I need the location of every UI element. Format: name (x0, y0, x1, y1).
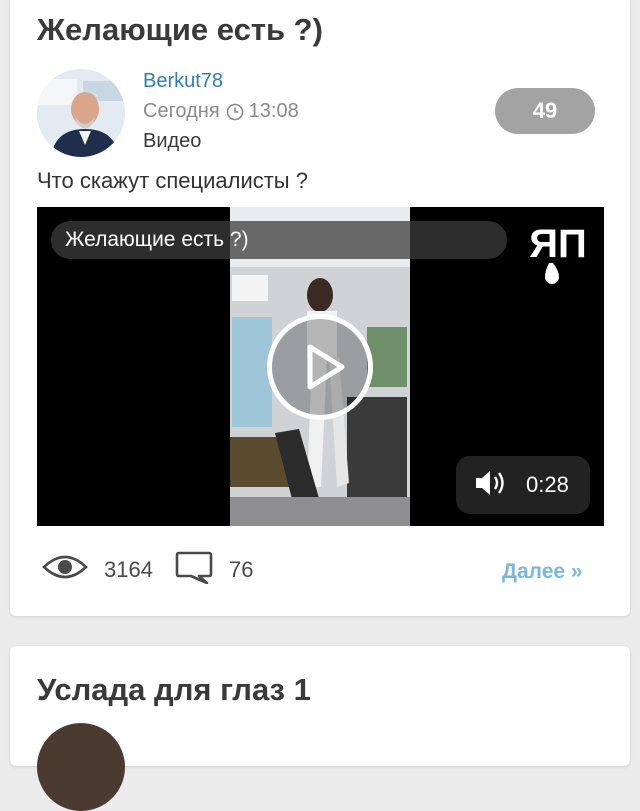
video-duration: 0:28 (526, 472, 569, 497)
eye-icon (42, 553, 88, 587)
post-card: Желающие есть ?) Berkut78 Сегодня 13:08 … (10, 0, 630, 616)
logo-text: ЯП (529, 222, 587, 266)
post-category[interactable]: Видео (143, 130, 201, 153)
video-player[interactable]: Желающие есть ?) ЯП 0:28 (37, 207, 604, 526)
post-title[interactable]: Услада для глаз 1 (37, 672, 311, 708)
date-label: Сегодня (143, 100, 220, 122)
post-text: Что скажут специалисты ? (37, 168, 308, 193)
author-avatar[interactable] (37, 723, 125, 811)
post-card: Услада для глаз 1 (10, 646, 630, 811)
post-title[interactable]: Желающие есть ?) (37, 12, 323, 48)
video-title: Желающие есть ?) (51, 221, 507, 259)
rating-badge[interactable]: 49 (495, 88, 595, 134)
duration-control[interactable]: 0:28 (456, 456, 590, 514)
post-date: Сегодня 13:08 (143, 100, 299, 123)
comment-icon[interactable] (175, 550, 213, 590)
play-button[interactable] (267, 314, 373, 420)
clock-icon (226, 103, 244, 121)
play-icon (307, 344, 345, 390)
time-label: 13:08 (248, 100, 299, 122)
more-link[interactable]: Далее » (502, 560, 583, 584)
author-name[interactable]: Berkut78 (143, 70, 223, 93)
comments-count[interactable]: 76 (229, 557, 253, 583)
views-count: 3164 (104, 557, 153, 582)
post-stats: 3164 76 (42, 550, 275, 590)
volume-icon[interactable] (474, 469, 508, 502)
author-avatar[interactable] (37, 69, 125, 157)
site-logo: ЯП (521, 219, 595, 289)
